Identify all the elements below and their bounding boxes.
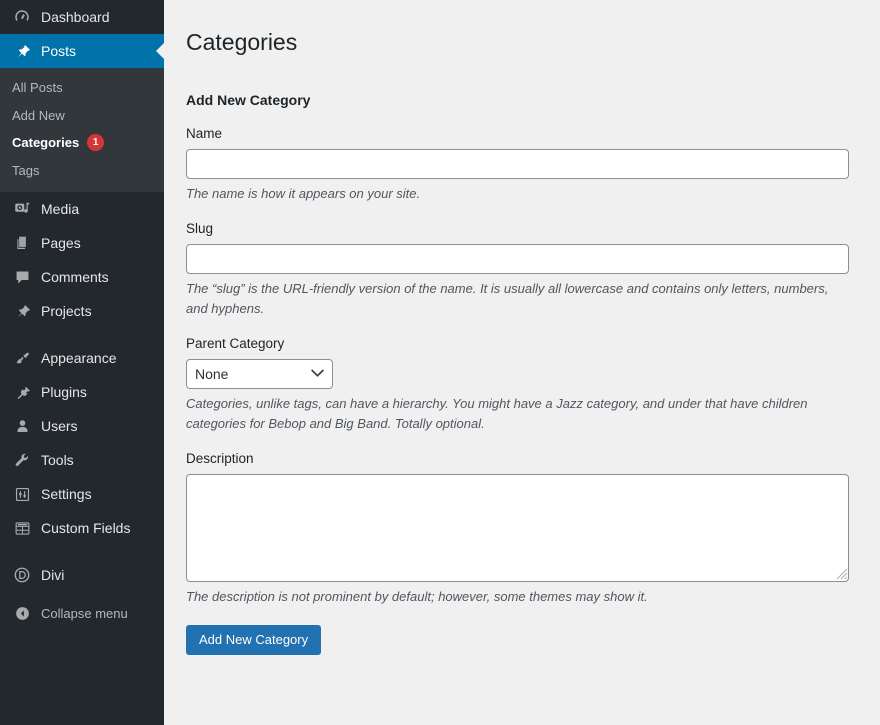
- slug-input[interactable]: [186, 244, 849, 274]
- main-content: Categories Add New Category Name The nam…: [164, 0, 880, 725]
- menu-separator: [0, 545, 164, 558]
- description-label: Description: [186, 450, 850, 474]
- sidebar-item-label: Tools: [41, 453, 74, 467]
- submenu-item-label: Tags: [12, 162, 39, 180]
- add-new-category-button[interactable]: Add New Category: [186, 625, 321, 655]
- name-help-text: The name is how it appears on your site.: [186, 184, 846, 204]
- paintbrush-icon: [12, 348, 32, 368]
- sidebar-item-dashboard[interactable]: Dashboard: [0, 0, 164, 34]
- submenu-item-label: All Posts: [12, 79, 63, 97]
- wrench-icon: [12, 450, 32, 470]
- description-textarea-wrap: [186, 474, 850, 582]
- sidebar-item-label: Settings: [41, 487, 92, 501]
- pin-icon: [12, 41, 32, 61]
- collapse-menu-label: Collapse menu: [41, 606, 128, 621]
- sidebar-item-label: Comments: [41, 270, 109, 284]
- add-new-category-heading: Add New Category: [186, 92, 850, 108]
- sidebar-item-users[interactable]: Users: [0, 409, 164, 443]
- sidebar-item-label: Appearance: [41, 351, 117, 365]
- table-icon: [12, 518, 32, 538]
- sidebar-item-tools[interactable]: Tools: [0, 443, 164, 477]
- description-field-group: Description The description is not promi…: [186, 450, 850, 606]
- plugin-icon: [12, 382, 32, 402]
- submenu-item-categories[interactable]: Categories 1: [0, 129, 164, 157]
- parent-category-label: Parent Category: [186, 335, 850, 359]
- name-field-group: Name The name is how it appears on your …: [186, 125, 850, 203]
- slug-help-text: The “slug” is the URL-friendly version o…: [186, 279, 846, 318]
- comments-icon: [12, 267, 32, 287]
- active-menu-arrow-icon: [156, 43, 164, 59]
- pages-icon: [12, 233, 32, 253]
- sidebar-item-label: Users: [41, 419, 78, 433]
- sidebar-item-media[interactable]: Media: [0, 192, 164, 226]
- sidebar-item-label: Plugins: [41, 385, 87, 399]
- pin-icon: [12, 301, 32, 321]
- sidebar-item-settings[interactable]: Settings: [0, 477, 164, 511]
- parent-category-select-wrap: None: [186, 359, 333, 389]
- parent-category-field-group: Parent Category None Categories, unlike …: [186, 335, 850, 433]
- collapse-menu-button[interactable]: Collapse menu: [0, 596, 164, 630]
- admin-window: Dashboard Posts All Posts Add New Catego…: [0, 0, 880, 725]
- submenu-item-label: Add New: [12, 107, 65, 125]
- collapse-arrow-icon: [12, 603, 32, 623]
- sidebar-item-label: Posts: [41, 44, 76, 58]
- sidebar-item-pages[interactable]: Pages: [0, 226, 164, 260]
- name-input[interactable]: [186, 149, 849, 179]
- sidebar-item-label: Pages: [41, 236, 81, 250]
- submenu-item-label: Categories: [12, 134, 79, 152]
- sliders-icon: [12, 484, 32, 504]
- dashboard-icon: [12, 7, 32, 27]
- divi-icon: [12, 565, 32, 585]
- description-help-text: The description is not prominent by defa…: [186, 587, 846, 607]
- parent-category-help-text: Categories, unlike tags, can have a hier…: [186, 394, 846, 433]
- sidebar-item-label: Dashboard: [41, 10, 110, 24]
- page-title: Categories: [186, 19, 850, 62]
- sidebar-item-label: Custom Fields: [41, 521, 130, 535]
- menu-separator: [0, 328, 164, 341]
- slug-label: Slug: [186, 220, 850, 244]
- slug-field-group: Slug The “slug” is the URL-friendly vers…: [186, 220, 850, 318]
- submenu-item-all-posts[interactable]: All Posts: [0, 74, 164, 102]
- parent-category-select[interactable]: None: [186, 359, 333, 389]
- sidebar-item-posts[interactable]: Posts: [0, 34, 164, 68]
- sidebar-item-plugins[interactable]: Plugins: [0, 375, 164, 409]
- sidebar-item-custom-fields[interactable]: Custom Fields: [0, 511, 164, 545]
- posts-submenu: All Posts Add New Categories 1 Tags: [0, 68, 164, 192]
- categories-count-badge: 1: [87, 134, 104, 151]
- sidebar-item-label: Media: [41, 202, 79, 216]
- sidebar-item-projects[interactable]: Projects: [0, 294, 164, 328]
- sidebar-item-divi[interactable]: Divi: [0, 558, 164, 592]
- user-icon: [12, 416, 32, 436]
- submenu-item-tags[interactable]: Tags: [0, 157, 164, 185]
- sidebar-item-label: Divi: [41, 568, 64, 582]
- sidebar-item-appearance[interactable]: Appearance: [0, 341, 164, 375]
- name-label: Name: [186, 125, 850, 149]
- sidebar-item-label: Projects: [41, 304, 92, 318]
- sidebar-item-comments[interactable]: Comments: [0, 260, 164, 294]
- description-textarea[interactable]: [186, 474, 849, 582]
- media-icon: [12, 199, 32, 219]
- submenu-item-add-new[interactable]: Add New: [0, 102, 164, 130]
- admin-sidebar: Dashboard Posts All Posts Add New Catego…: [0, 0, 164, 725]
